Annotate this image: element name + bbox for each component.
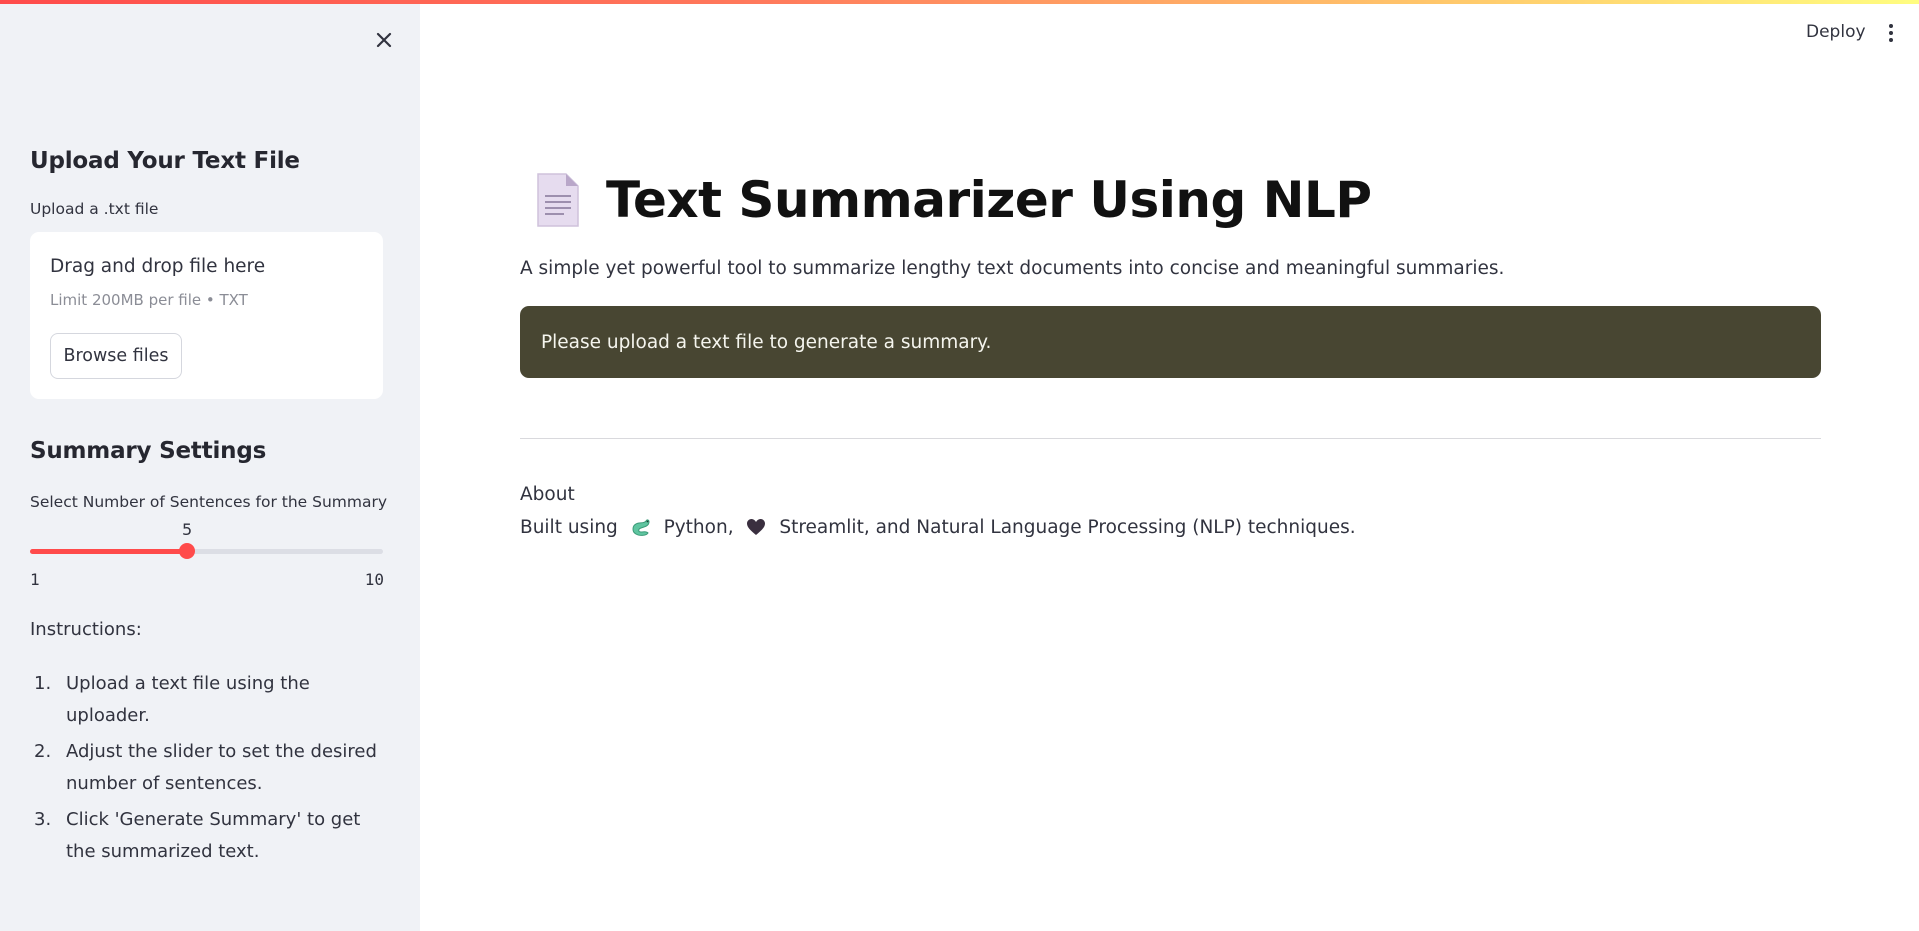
list-item: 2. Adjust the slider to set the desired n… [30, 736, 390, 800]
upload-heading: Upload Your Text File [30, 148, 300, 174]
about-streamlit: Streamlit, and Natural Language Processi… [773, 516, 1356, 538]
about-prefix: Built using [520, 516, 624, 538]
file-uploader-dropzone[interactable]: Drag and drop file here Limit 200MB per … [30, 232, 383, 399]
list-item: 1. Upload a text file using the uploader. [30, 668, 390, 732]
instructions-title: Instructions: [30, 619, 142, 640]
list-item-number: 1. [34, 673, 52, 694]
page-facing-up-icon [537, 173, 579, 227]
page-title: Text Summarizer Using NLP [606, 171, 1372, 229]
list-item-number: 3. [34, 809, 52, 830]
kebab-dot [1889, 38, 1893, 42]
instructions-list: 1. Upload a text file using the uploader.… [30, 668, 390, 872]
list-item-text: Upload a text file using the uploader. [66, 673, 310, 726]
slider-current-value: 5 [182, 520, 193, 539]
kebab-dot [1889, 31, 1893, 35]
drag-drop-text: Drag and drop file here [50, 256, 266, 277]
info-alert-text: Please upload a text file to generate a … [541, 331, 992, 353]
close-icon [376, 32, 392, 48]
list-item-number: 2. [34, 741, 52, 762]
list-item-text: Adjust the slider to set the desired num… [66, 741, 377, 794]
sidebar: Upload Your Text File Upload a .txt file… [0, 4, 420, 931]
page-title-row: Text Summarizer Using NLP [534, 168, 1372, 232]
page-subtitle: A simple yet powerful tool to summarize … [520, 258, 1505, 279]
list-item-text: Click 'Generate Summary' to get the summ… [66, 809, 361, 862]
settings-heading: Summary Settings [30, 438, 267, 464]
divider [520, 438, 1821, 439]
about-title: About [520, 484, 575, 505]
black-heart-icon [747, 519, 766, 535]
slider-min-label: 1 [30, 570, 40, 589]
slider-fill [30, 549, 187, 554]
kebab-menu-icon [1889, 24, 1893, 28]
upload-limit-text: Limit 200MB per file • TXT [50, 291, 248, 309]
sentence-count-slider[interactable] [30, 543, 383, 559]
list-item: 3. Click 'Generate Summary' to get the su… [30, 804, 390, 868]
close-sidebar-button[interactable] [370, 26, 398, 54]
main-menu-button[interactable] [1885, 22, 1897, 44]
info-alert: Please upload a text file to generate a … [520, 306, 1821, 378]
uploader-label: Upload a .txt file [30, 200, 159, 218]
slider-max-label: 10 [364, 570, 384, 589]
deploy-button[interactable]: Deploy [1806, 22, 1866, 42]
snake-icon [632, 519, 650, 536]
about-python: Python, [657, 516, 740, 538]
browse-files-button[interactable]: Browse files [50, 333, 182, 379]
slider-label: Select Number of Sentences for the Summa… [30, 493, 388, 511]
about-text: Built using Python, Streamlit, and Natur… [520, 516, 1356, 538]
slider-thumb[interactable] [178, 543, 195, 559]
